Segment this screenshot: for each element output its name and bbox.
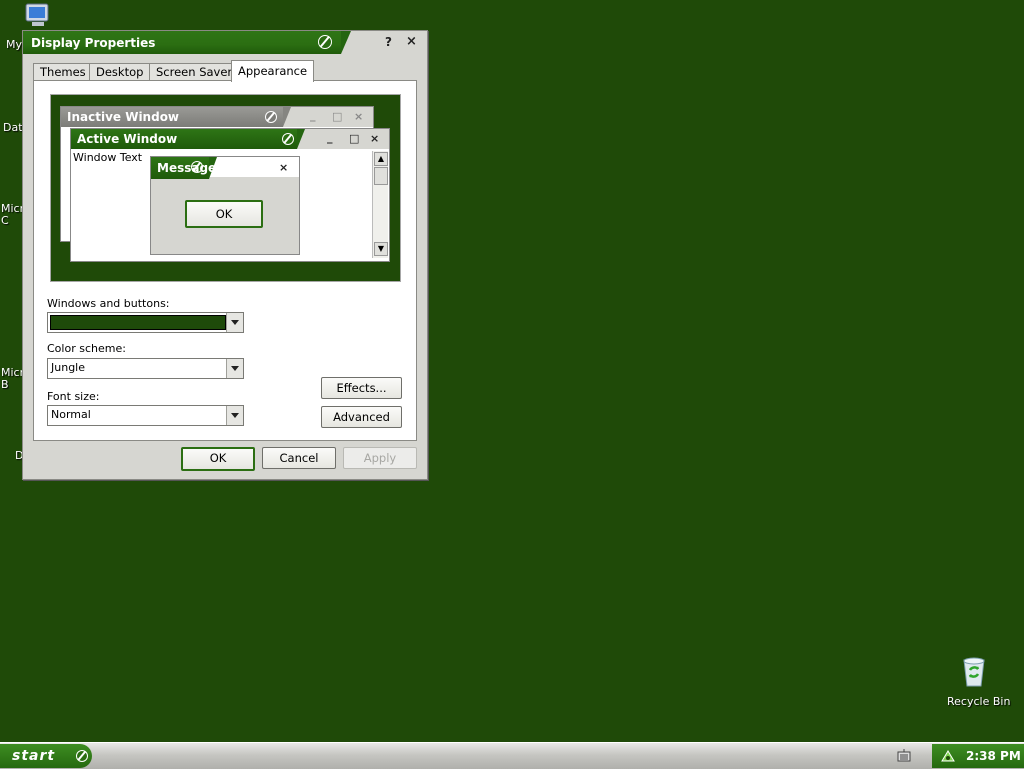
color-scheme-select[interactable]: Jungle <box>47 358 244 379</box>
effects-button[interactable]: Effects... <box>321 377 402 399</box>
tab-themes[interactable]: Themes <box>33 63 93 81</box>
windows-buttons-swatch <box>50 315 226 330</box>
window-orb-icon <box>318 35 332 49</box>
close-button[interactable]: × <box>406 34 417 49</box>
windows-buttons-select[interactable] <box>47 312 244 333</box>
active-maximize-icon: □ <box>349 132 360 145</box>
inactive-orb-icon <box>265 111 277 123</box>
active-minimize-icon: _ <box>327 131 333 144</box>
active-window-title: Active Window <box>77 132 178 146</box>
desktop-icon-label-3[interactable]: Micr C <box>1 203 24 227</box>
desktop-icon-label-my-computer[interactable]: My <box>6 38 22 51</box>
windows-buttons-label: Windows and buttons: <box>47 297 170 310</box>
active-close-icon: × <box>370 132 380 145</box>
inactive-window-title: Inactive Window <box>67 110 180 124</box>
scroll-down-icon: ▼ <box>374 242 388 256</box>
start-orb-icon <box>76 750 88 762</box>
taskbar: start 2:38 PM <box>0 742 1024 769</box>
scroll-thumb <box>374 167 388 185</box>
system-tray: 2:38 PM <box>932 744 1024 768</box>
scroll-up-icon: ▲ <box>374 152 388 166</box>
appearance-preview: Inactive Window _ □ × Active Window _ □ … <box>50 94 401 282</box>
display-properties-window: Display Properties ? × Themes Desktop Sc… <box>22 30 428 480</box>
message-close-icon: × <box>279 161 289 174</box>
inactive-minimize-icon: _ <box>310 109 316 122</box>
title-bar[interactable]: Display Properties ? × <box>23 31 427 55</box>
message-ok-button: OK <box>185 200 263 228</box>
recycle-bin-icon[interactable] <box>958 656 990 688</box>
chevron-down-icon[interactable] <box>226 313 243 332</box>
cancel-button[interactable]: Cancel <box>262 447 336 469</box>
desktop-icon-label-4[interactable]: Micr B <box>1 367 24 391</box>
preview-scrollbar: ▲ ▼ <box>372 151 388 258</box>
appearance-panel: Inactive Window _ □ × Active Window _ □ … <box>33 80 417 441</box>
message-box-title: Message B... <box>157 161 244 175</box>
apply-button: Apply <box>343 447 417 469</box>
keyboard-icon[interactable] <box>897 749 911 762</box>
window-title: Display Properties <box>31 36 156 50</box>
window-text-sample: Window Text <box>73 151 143 164</box>
tab-desktop[interactable]: Desktop <box>89 63 151 81</box>
advanced-button[interactable]: Advanced <box>321 406 402 428</box>
font-size-select[interactable]: Normal <box>47 405 244 426</box>
tab-screen-saver[interactable]: Screen Saver <box>149 63 240 81</box>
start-label: start <box>12 748 56 764</box>
font-size-value: Normal <box>51 408 91 421</box>
tab-appearance[interactable]: Appearance <box>231 60 315 82</box>
color-scheme-value: Jungle <box>51 361 85 374</box>
inactive-maximize-icon: □ <box>332 110 343 123</box>
chevron-down-icon[interactable] <box>226 359 243 378</box>
recycle-bin-label[interactable]: Recycle Bin <box>947 695 1010 708</box>
help-button[interactable]: ? <box>385 35 392 49</box>
active-orb-icon <box>282 133 294 145</box>
chevron-down-icon[interactable] <box>226 406 243 425</box>
my-computer-icon[interactable] <box>24 2 54 30</box>
ok-button[interactable]: OK <box>181 447 255 471</box>
clock[interactable]: 2:38 PM <box>966 749 1021 763</box>
desktop-icon-label-2[interactable]: Dat <box>3 121 23 134</box>
inactive-close-icon: × <box>354 110 364 123</box>
color-scheme-label: Color scheme: <box>47 342 126 355</box>
font-size-label: Font size: <box>47 390 100 403</box>
start-button[interactable]: start <box>0 744 92 768</box>
network-icon[interactable] <box>940 749 956 763</box>
preview-message-box: Message B... × OK <box>150 156 300 255</box>
